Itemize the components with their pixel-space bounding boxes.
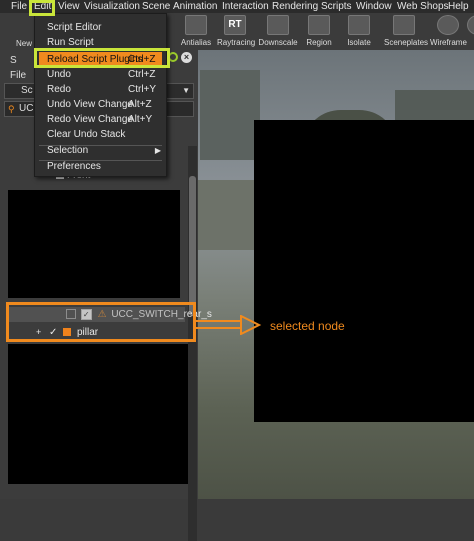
selected-node-highlight bbox=[6, 302, 196, 342]
sceneplates-icon bbox=[393, 15, 415, 35]
panel-file-menu[interactable]: File bbox=[10, 69, 26, 82]
sceneplates-button[interactable]: Sceneplates bbox=[384, 15, 429, 49]
reload-plugins-highlight bbox=[34, 48, 170, 68]
menubar: File Edit View Visualization Scene Anima… bbox=[0, 0, 474, 13]
redacted-region bbox=[8, 190, 180, 298]
region-icon bbox=[308, 15, 330, 35]
region-label: Region bbox=[306, 38, 332, 47]
wireframe-button[interactable]: Wireframe bbox=[430, 15, 467, 49]
menu-scene[interactable]: Scene bbox=[142, 0, 170, 13]
edit-dropdown-menu: Script Editor Run Script Reload Script P… bbox=[34, 13, 167, 177]
search-icon: ⚲ bbox=[8, 104, 15, 114]
menu-rendering[interactable]: Rendering bbox=[272, 0, 318, 13]
menu-item-undo-view-change[interactable]: Undo View Change Alt+Z bbox=[35, 97, 166, 112]
chevron-down-icon: ▼ bbox=[182, 86, 190, 95]
edit-menu-highlight bbox=[29, 0, 55, 16]
panel-title: S bbox=[10, 55, 17, 66]
new-label: New bbox=[15, 39, 32, 48]
arrow-right-icon bbox=[194, 315, 262, 335]
new-button[interactable]: New bbox=[14, 15, 34, 49]
menu-web-shops[interactable]: Web Shops bbox=[397, 0, 449, 13]
antialias-label: Antialias bbox=[180, 38, 212, 47]
scene-selector-value: Sc bbox=[21, 85, 33, 96]
isolate-button[interactable]: Isolate bbox=[345, 15, 373, 49]
isolate-icon bbox=[348, 15, 370, 35]
menu-window[interactable]: Window bbox=[356, 0, 392, 13]
menu-visualization[interactable]: Visualization bbox=[84, 0, 140, 13]
menu-item-selection[interactable]: Selection ▶ bbox=[35, 143, 166, 158]
downscale-label: Downscale bbox=[258, 38, 298, 47]
raytracing-label: Raytracing bbox=[217, 38, 256, 47]
menu-animation[interactable]: Animation bbox=[173, 0, 217, 13]
menu-view[interactable]: View bbox=[58, 0, 80, 13]
globe-button[interactable] bbox=[467, 15, 474, 49]
menu-item-clear-undo-stack[interactable]: Clear Undo Stack bbox=[35, 127, 166, 142]
redacted-region bbox=[8, 344, 188, 484]
antialias-icon bbox=[185, 15, 207, 35]
downscale-icon bbox=[267, 15, 289, 35]
downscale-button[interactable]: Downscale bbox=[258, 15, 298, 49]
submenu-arrow-icon: ▶ bbox=[154, 146, 161, 155]
menu-item-script-editor[interactable]: Script Editor bbox=[35, 20, 166, 35]
globe-icon bbox=[467, 15, 474, 35]
isolate-label: Isolate bbox=[347, 38, 371, 47]
callout-label: selected node bbox=[270, 319, 345, 333]
menu-item-redo-view-change[interactable]: Redo View Change Alt+Y bbox=[35, 112, 166, 127]
menu-scripts[interactable]: Scripts bbox=[321, 0, 352, 13]
scrollbar-thumb[interactable] bbox=[189, 176, 196, 316]
menu-help[interactable]: Help bbox=[448, 0, 469, 13]
wireframe-icon bbox=[437, 15, 459, 35]
redacted-region bbox=[254, 120, 474, 422]
menu-interaction[interactable]: Interaction bbox=[222, 0, 269, 13]
wireframe-label: Wireframe bbox=[430, 38, 467, 47]
menu-file[interactable]: File bbox=[11, 0, 27, 13]
raytracing-button[interactable]: RT Raytracing bbox=[217, 15, 256, 49]
background-building bbox=[200, 70, 260, 160]
close-icon[interactable]: × bbox=[181, 52, 192, 63]
raytracing-icon: RT bbox=[224, 15, 246, 35]
sceneplates-label: Sceneplates bbox=[384, 38, 429, 47]
scrollbar[interactable] bbox=[188, 146, 197, 541]
menu-item-undo[interactable]: Undo Ctrl+Z bbox=[35, 67, 166, 82]
antialias-button[interactable]: Antialias bbox=[180, 15, 212, 49]
menu-item-preferences[interactable]: Preferences bbox=[35, 159, 166, 174]
region-button[interactable]: Region bbox=[305, 15, 333, 49]
menu-item-redo[interactable]: Redo Ctrl+Y bbox=[35, 82, 166, 97]
